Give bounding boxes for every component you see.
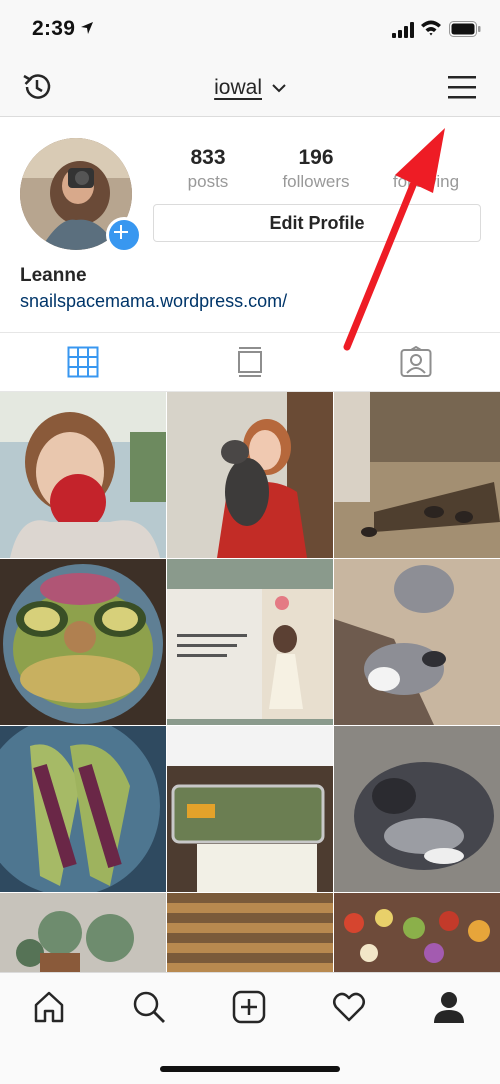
grid-photo-1[interactable] — [0, 392, 166, 558]
followers-stat[interactable]: 196 followers — [266, 146, 366, 192]
signal-icon — [392, 22, 414, 38]
add-post-icon[interactable] — [232, 990, 266, 1024]
followers-count: 196 — [298, 146, 334, 169]
top-nav-bar: iowal — [0, 58, 500, 117]
username-label: iowal — [214, 76, 262, 99]
following-label: following — [392, 172, 460, 191]
menu-hamburger-icon[interactable] — [446, 74, 478, 100]
grid-photo-2[interactable] — [167, 392, 333, 558]
tagged-icon[interactable] — [400, 346, 432, 378]
posts-label: posts — [187, 172, 229, 191]
chevron-down-icon — [272, 84, 286, 93]
add-story-button[interactable] — [106, 217, 142, 253]
status-time: 2:39 — [32, 17, 76, 40]
profile-website-link[interactable]: snailspacemama.wordpress.com/ — [20, 291, 287, 312]
grid-photo-7[interactable] — [0, 726, 166, 892]
grid-photo-5[interactable] — [167, 559, 333, 725]
home-indicator — [160, 1066, 340, 1072]
grid-photo-8[interactable] — [167, 726, 333, 892]
home-icon[interactable] — [32, 990, 66, 1024]
location-arrow-icon — [81, 22, 93, 34]
wifi-icon — [421, 20, 441, 36]
posts-stat[interactable]: 833 posts — [158, 146, 258, 192]
feed-icon[interactable] — [234, 346, 266, 378]
profile-name: Leanne — [20, 265, 87, 286]
grid-photo-6[interactable] — [334, 559, 500, 725]
grid-icon[interactable] — [67, 346, 99, 378]
grid-photo-4[interactable] — [0, 559, 166, 725]
status-bar: 2:39 — [0, 0, 500, 58]
username-switcher[interactable]: iowal — [0, 76, 500, 100]
battery-icon — [449, 21, 481, 37]
grid-photo-9[interactable] — [334, 726, 500, 892]
profile-icon[interactable] — [432, 990, 466, 1024]
following-stat[interactable]: 0 following — [376, 146, 476, 192]
followers-label: followers — [282, 172, 350, 191]
edit-profile-button[interactable]: Edit Profile — [153, 204, 481, 242]
posts-count: 833 — [190, 146, 226, 169]
heart-icon[interactable] — [332, 990, 366, 1024]
grid-photo-3[interactable] — [334, 392, 500, 558]
plus-icon — [114, 225, 128, 239]
search-icon[interactable] — [132, 990, 166, 1024]
profile-tabs — [0, 332, 500, 392]
